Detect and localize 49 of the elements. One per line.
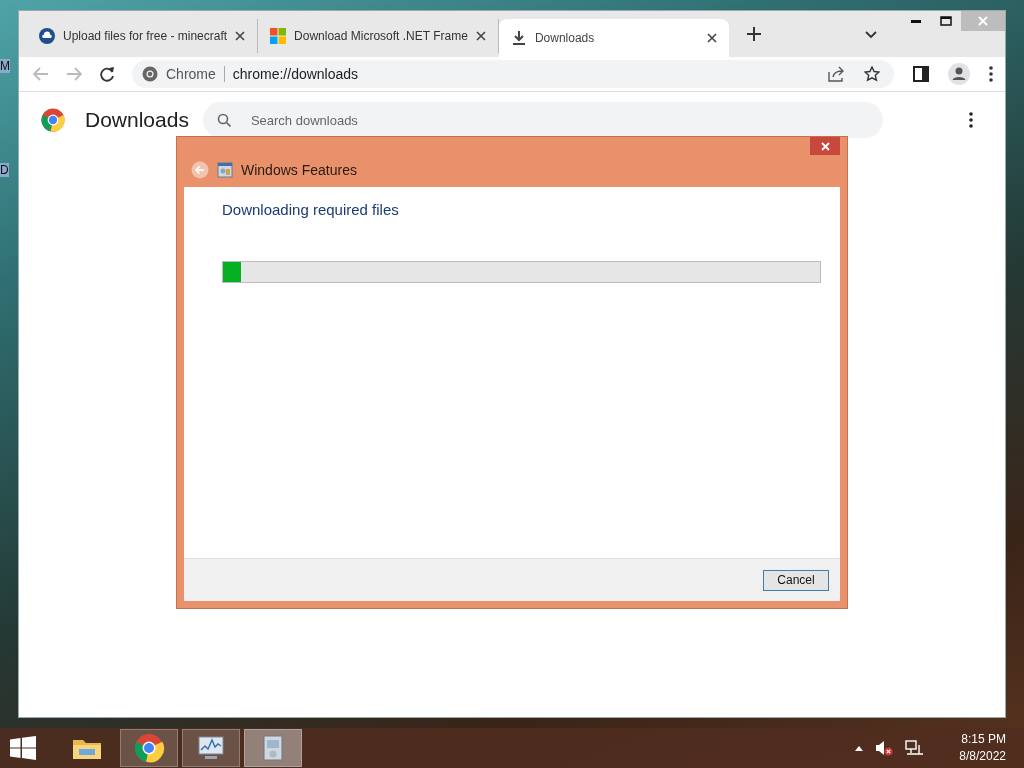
star-icon[interactable] [864, 66, 880, 82]
cloud-icon [39, 28, 55, 44]
more-menu-icon[interactable] [969, 112, 973, 128]
tab-title: Downloads [534, 31, 596, 45]
dialog-title: Windows Features [241, 162, 357, 178]
desktop-icon-label[interactable]: D [0, 163, 9, 177]
url-text: chrome://downloads [232, 66, 359, 82]
browser-tab[interactable]: Upload files for free - minecraft [27, 19, 259, 53]
desktop-icon-label[interactable]: M [0, 59, 10, 73]
plus-icon[interactable] [746, 27, 761, 41]
close-icon[interactable] [475, 31, 486, 41]
search-field[interactable]: Search downloads [202, 102, 883, 138]
address-bar[interactable]: Chrome chrome://downloads [132, 60, 894, 88]
windows-logo-icon [270, 28, 287, 44]
speaker-muted-icon[interactable] [875, 740, 894, 756]
profile-avatar-icon[interactable] [948, 63, 970, 85]
close-icon[interactable] [706, 33, 717, 43]
cancel-button[interactable]: Cancel [763, 569, 829, 591]
network-icon[interactable] [905, 740, 924, 756]
clock-time[interactable]: 8:15 PM [961, 731, 1006, 748]
browser-tab[interactable]: Download Microsoft .NET Frame [258, 19, 499, 53]
status-heading: Downloading required files [222, 201, 400, 218]
reload-icon[interactable] [99, 66, 115, 82]
clock-date[interactable]: 8/8/2022 [959, 748, 1006, 765]
page-heading: Downloads [85, 108, 189, 132]
tab-title: Upload files for free - minecraft [63, 29, 228, 43]
browser-tab[interactable]: Downloads [498, 19, 729, 57]
close-icon [820, 141, 830, 151]
tab-title: Download Microsoft .NET Frame [294, 29, 468, 43]
close-icon [978, 16, 988, 26]
download-icon [510, 30, 527, 46]
search-icon [216, 113, 231, 127]
maximize-icon [940, 16, 952, 26]
minimize-icon [911, 19, 921, 23]
chevron-down-icon[interactable] [864, 31, 877, 39]
close-button[interactable] [810, 137, 840, 155]
chrome-logo-icon [142, 66, 158, 82]
side-panel-icon[interactable] [913, 66, 929, 82]
window-settings-icon [217, 162, 233, 178]
taskbar-button[interactable] [120, 729, 178, 767]
chrome-logo-icon [41, 108, 65, 132]
close-icon[interactable] [235, 31, 246, 41]
more-menu-icon[interactable] [989, 66, 993, 82]
share-icon[interactable] [828, 66, 846, 82]
chrome-logo-icon [133, 732, 165, 764]
taskbar-button[interactable] [182, 729, 240, 767]
site-label: Chrome [166, 66, 216, 82]
windows-start-icon[interactable] [10, 736, 36, 760]
up-caret-icon[interactable] [855, 745, 864, 751]
